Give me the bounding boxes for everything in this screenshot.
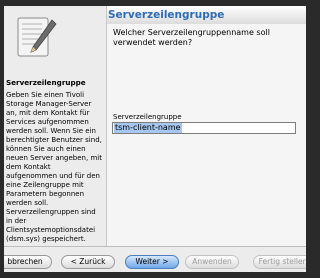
wizard-window: Serverzeilengruppe Geben Sie einen Tivol… bbox=[4, 6, 306, 272]
next-button[interactable]: Weiter > bbox=[125, 255, 179, 269]
button-bar: bbrechen < Zurück Weiter > Anwenden Fert… bbox=[4, 247, 306, 272]
wizard-logo-icon bbox=[8, 10, 64, 66]
server-stanza-label: Serverzeilengruppe bbox=[113, 113, 182, 121]
sidebar-description: Geben Sie einen Tivoli Storage Manager-S… bbox=[6, 91, 102, 243]
cancel-button[interactable]: bbrechen bbox=[4, 255, 52, 269]
back-button[interactable]: < Zurück bbox=[61, 255, 115, 269]
sidebar-title: Serverzeilengruppe bbox=[6, 78, 86, 87]
server-stanza-value: tsm-client-name bbox=[114, 123, 182, 133]
apply-button[interactable]: Anwenden bbox=[185, 255, 239, 269]
question-text: Welcher Serverzeilengruppenname soll ver… bbox=[113, 28, 270, 47]
content-panel: Welcher Serverzeilengruppenname soll ver… bbox=[107, 24, 306, 246]
sidebar: Serverzeilengruppe Geben Sie einen Tivol… bbox=[4, 6, 107, 246]
finish-button[interactable]: Fertig stellen bbox=[253, 255, 306, 269]
page-title: Serverzeilengruppe bbox=[108, 9, 225, 21]
